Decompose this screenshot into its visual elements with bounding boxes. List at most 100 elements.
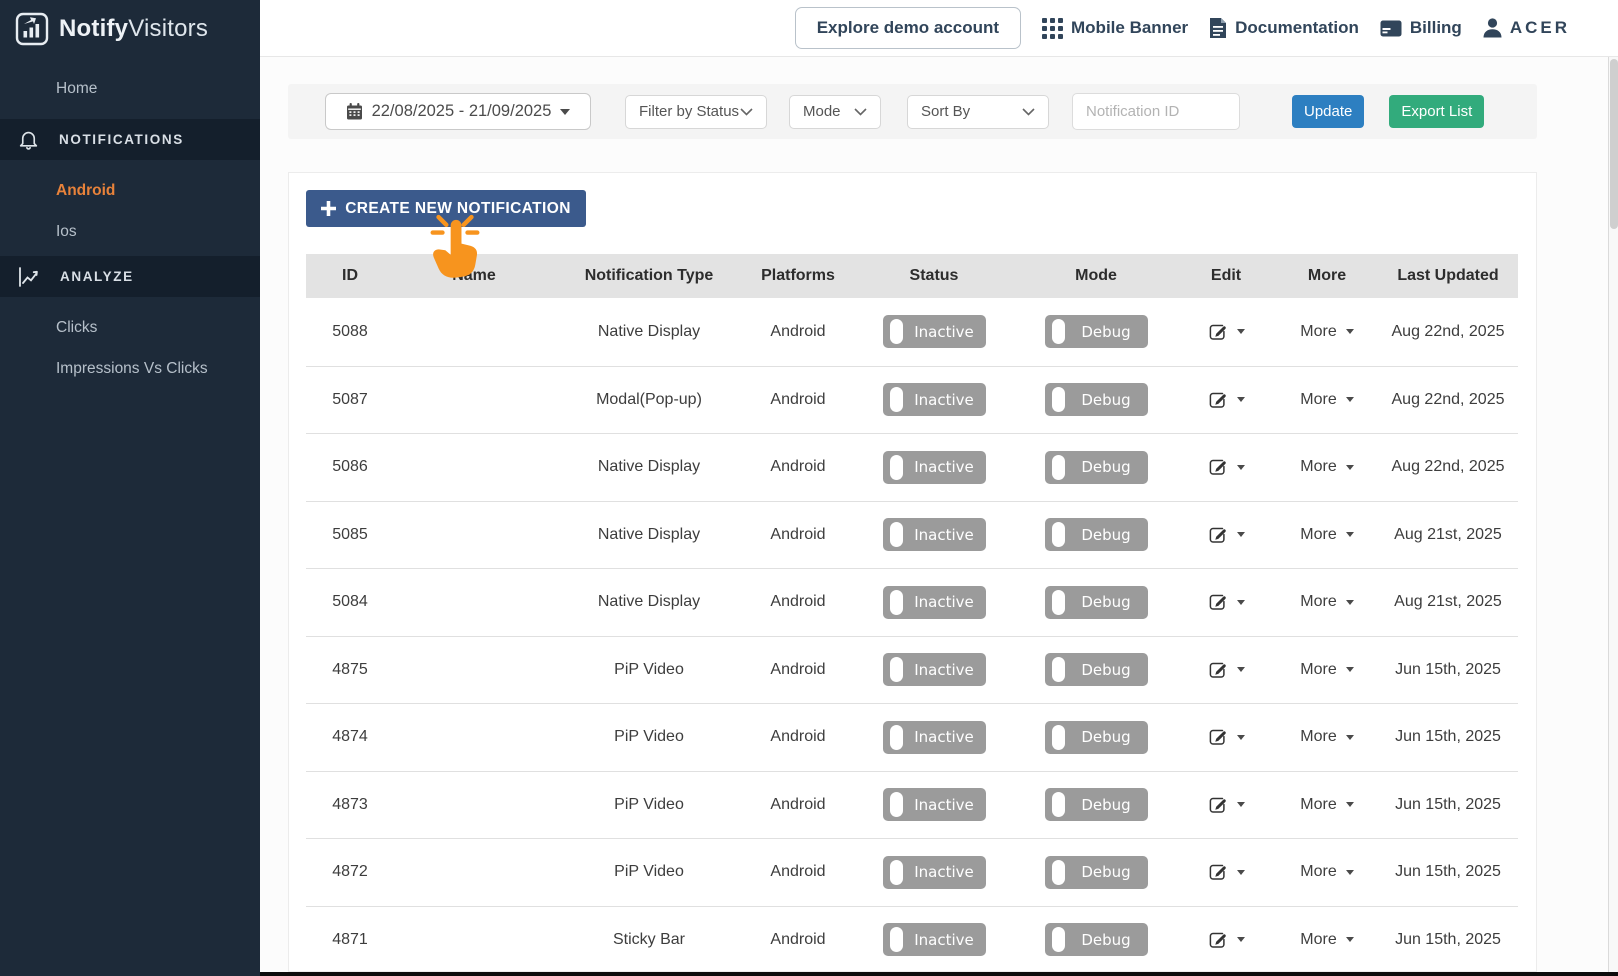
cell-status: Inactive xyxy=(852,586,1016,619)
toggle-knob-icon xyxy=(890,657,903,682)
mode-toggle[interactable]: Debug xyxy=(1045,721,1148,754)
sidebar-section-analyze[interactable]: ANALYZE xyxy=(0,256,260,297)
sidebar: NotifyVisitors Home NOTIFICATIONS Androi… xyxy=(0,0,260,976)
caret-down-icon xyxy=(1237,870,1245,875)
more-button[interactable]: More xyxy=(1300,796,1353,814)
sidebar-item-home[interactable]: Home xyxy=(0,71,260,107)
more-button[interactable]: More xyxy=(1300,728,1353,746)
mode-toggle[interactable]: Debug xyxy=(1045,383,1148,416)
mode-toggle[interactable]: Debug xyxy=(1045,788,1148,821)
edit-button[interactable] xyxy=(1208,592,1245,612)
more-button[interactable]: More xyxy=(1300,323,1353,341)
mode-toggle[interactable]: Debug xyxy=(1045,518,1148,551)
table-header-row: IDNameNotification TypePlatformsStatusMo… xyxy=(306,254,1518,298)
user-icon xyxy=(1483,18,1502,38)
status-toggle[interactable]: Inactive xyxy=(883,383,986,416)
update-button[interactable]: Update xyxy=(1292,95,1364,128)
nav-account[interactable]: ACER xyxy=(1483,18,1570,38)
status-label: Inactive xyxy=(914,323,974,341)
brand-logo[interactable]: NotifyVisitors xyxy=(0,0,260,57)
mode-toggle[interactable]: Debug xyxy=(1045,451,1148,484)
scrollbar-thumb[interactable] xyxy=(1610,59,1618,229)
status-toggle[interactable]: Inactive xyxy=(883,856,986,889)
toggle-knob-icon xyxy=(890,455,903,480)
edit-button[interactable] xyxy=(1208,795,1245,815)
caret-down-icon xyxy=(1237,397,1245,402)
edit-pencil-icon xyxy=(1208,322,1228,342)
mode-label: Debug xyxy=(1081,796,1130,814)
select-value: Filter by Status xyxy=(639,103,739,120)
sidebar-item-impressions-vs-clicks[interactable]: Impressions Vs Clicks xyxy=(0,348,260,389)
notification-id-input[interactable] xyxy=(1072,93,1240,130)
cell-last-updated: Jun 15th, 2025 xyxy=(1378,863,1518,881)
mode-label: Debug xyxy=(1081,728,1130,746)
line-chart-icon xyxy=(17,266,41,288)
explore-demo-account-button[interactable]: Explore demo account xyxy=(795,7,1021,49)
chevron-down-icon xyxy=(1022,108,1035,116)
sidebar-item-ios[interactable]: Ios xyxy=(0,211,260,252)
edit-pencil-icon xyxy=(1208,795,1228,815)
edit-pencil-icon xyxy=(1208,390,1228,410)
more-button[interactable]: More xyxy=(1300,661,1353,679)
edit-button[interactable] xyxy=(1208,660,1245,680)
sidebar-item-android[interactable]: Android xyxy=(0,170,260,211)
sidebar-section-notifications[interactable]: NOTIFICATIONS xyxy=(0,119,260,160)
more-label: More xyxy=(1300,661,1336,679)
nav-mobile-banner[interactable]: Mobile Banner xyxy=(1042,18,1188,39)
cell-more: More xyxy=(1276,863,1378,881)
vertical-scrollbar[interactable] xyxy=(1608,57,1618,976)
mode-toggle[interactable]: Debug xyxy=(1045,923,1148,956)
more-button[interactable]: More xyxy=(1300,458,1353,476)
edit-button[interactable] xyxy=(1208,390,1245,410)
edit-button[interactable] xyxy=(1208,930,1245,950)
filter-by-status-select[interactable]: Filter by Status xyxy=(625,95,767,129)
cell-mode: Debug xyxy=(1016,315,1176,348)
mode-toggle[interactable]: Debug xyxy=(1045,856,1148,889)
more-button[interactable]: More xyxy=(1300,593,1353,611)
more-button[interactable]: More xyxy=(1300,526,1353,544)
status-toggle[interactable]: Inactive xyxy=(883,518,986,551)
cell-notification-type: PiP Video xyxy=(554,796,744,814)
mode-toggle[interactable]: Debug xyxy=(1045,653,1148,686)
more-button[interactable]: More xyxy=(1300,931,1353,949)
header-cell: Status xyxy=(852,254,1016,298)
mode-toggle[interactable]: Debug xyxy=(1045,586,1148,619)
cell-more: More xyxy=(1276,526,1378,544)
status-toggle[interactable]: Inactive xyxy=(883,451,986,484)
sidebar-section-label: ANALYZE xyxy=(60,269,134,284)
caret-down-icon xyxy=(1237,735,1245,740)
create-new-notification-button[interactable]: CREATE NEW NOTIFICATION xyxy=(306,190,586,227)
edit-button[interactable] xyxy=(1208,457,1245,477)
caret-down-icon xyxy=(1346,870,1354,875)
status-toggle[interactable]: Inactive xyxy=(883,923,986,956)
caret-down-icon xyxy=(1237,600,1245,605)
caret-down-icon xyxy=(1346,937,1354,942)
bar-chart-logo-icon xyxy=(15,12,49,46)
toggle-knob-icon xyxy=(890,860,903,885)
status-toggle[interactable]: Inactive xyxy=(883,653,986,686)
edit-button[interactable] xyxy=(1208,862,1245,882)
plus-icon xyxy=(321,201,336,216)
date-range-picker[interactable]: 22/08/2025 - 21/09/2025 xyxy=(325,93,591,130)
edit-button[interactable] xyxy=(1208,727,1245,747)
status-toggle[interactable]: Inactive xyxy=(883,315,986,348)
more-label: More xyxy=(1300,323,1336,341)
sort-by-select[interactable]: Sort By xyxy=(907,95,1049,129)
mode-toggle[interactable]: Debug xyxy=(1045,315,1148,348)
more-button[interactable]: More xyxy=(1300,863,1353,881)
status-toggle[interactable]: Inactive xyxy=(883,788,986,821)
cell-more: More xyxy=(1276,728,1378,746)
status-toggle[interactable]: Inactive xyxy=(883,586,986,619)
header-cell: ID xyxy=(306,254,394,298)
nav-billing[interactable]: Billing xyxy=(1380,18,1462,38)
edit-button[interactable] xyxy=(1208,525,1245,545)
status-toggle[interactable]: Inactive xyxy=(883,721,986,754)
edit-button[interactable] xyxy=(1208,322,1245,342)
sidebar-item-clicks[interactable]: Clicks xyxy=(0,307,260,348)
toggle-knob-icon xyxy=(890,792,903,817)
export-list-button[interactable]: Export List xyxy=(1389,95,1484,128)
nav-label: ACER xyxy=(1510,18,1570,38)
nav-documentation[interactable]: Documentation xyxy=(1209,17,1359,39)
more-button[interactable]: More xyxy=(1300,391,1353,409)
mode-select[interactable]: Mode xyxy=(789,95,881,129)
